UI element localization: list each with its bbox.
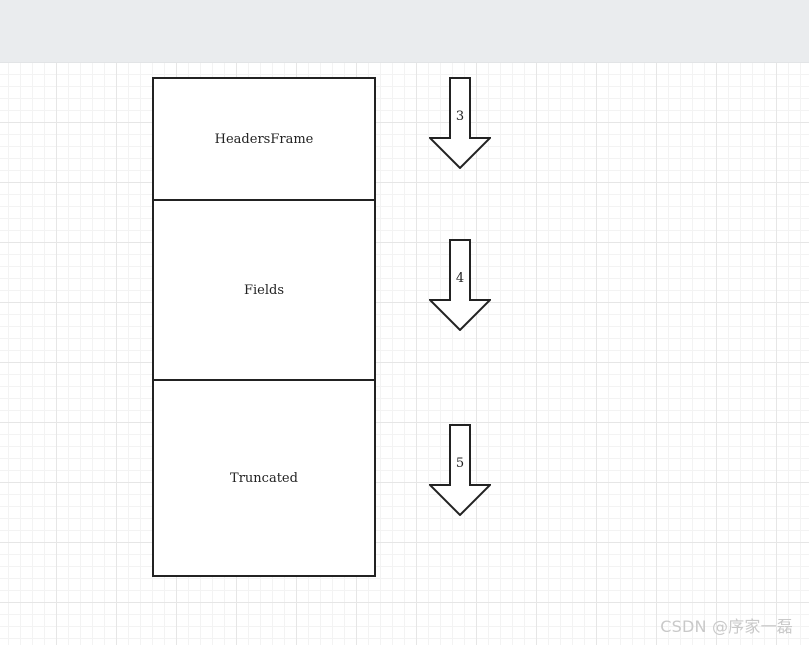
down-arrow-3[interactable]: 3 [429, 77, 491, 169]
block-label: Truncated [230, 470, 298, 486]
arrow-label: 4 [455, 271, 465, 286]
block-label: Fields [243, 282, 285, 298]
arrow-label: 5 [455, 456, 465, 471]
block-headers-frame[interactable]: HeadersFrame [152, 77, 376, 201]
block-label: HeadersFrame [214, 131, 314, 147]
block-truncated[interactable]: Truncated [152, 379, 376, 577]
toolbar [0, 0, 809, 63]
down-arrow-4[interactable]: 4 [429, 239, 491, 331]
block-fields[interactable]: Fields [152, 199, 376, 381]
diagram-canvas[interactable] [0, 63, 809, 645]
arrow-label: 3 [455, 109, 465, 124]
down-arrow-5[interactable]: 5 [429, 424, 491, 516]
diagram-page: HeadersFrame Fields Truncated 3 4 5 CSDN… [0, 0, 809, 645]
watermark: CSDN @序家一磊 [660, 617, 793, 636]
